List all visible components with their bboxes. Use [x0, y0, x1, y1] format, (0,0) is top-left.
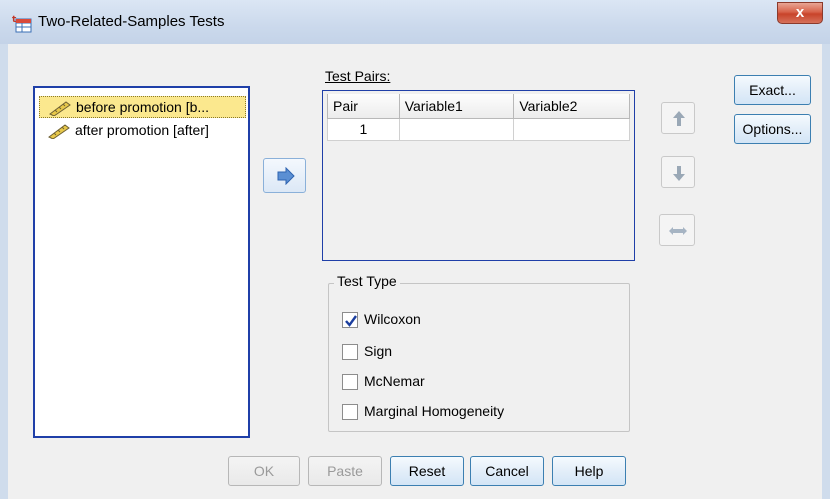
test-type-legend: Test Type — [334, 273, 400, 289]
column-header-variable1: Variable1 — [398, 94, 515, 119]
help-button-label: Help — [574, 463, 604, 479]
variable-label: after promotion [after] — [75, 122, 209, 138]
marginal-homogeneity-checkbox[interactable] — [342, 404, 358, 420]
title-bar[interactable]: t Two-Related-Samples Tests — [0, 0, 830, 44]
ok-button-label: OK — [253, 463, 275, 479]
column-header-pair: Pair — [327, 94, 400, 119]
column-header-variable2: Variable2 — [513, 94, 630, 119]
ruler-icon — [47, 123, 71, 140]
test-pairs-grid[interactable]: Pair Variable1 Variable2 1 — [322, 90, 635, 261]
options-button[interactable]: Options... — [734, 114, 811, 144]
list-item[interactable]: after promotion [after] — [39, 120, 246, 142]
mcnemar-checkbox[interactable] — [342, 374, 358, 390]
sign-checkbox[interactable] — [342, 344, 358, 360]
source-variable-list[interactable]: before promotion [b... after promotion [… — [33, 86, 250, 438]
cancel-button-label: Cancel — [485, 463, 529, 479]
variable2-cell[interactable] — [513, 117, 630, 141]
options-button-label: Options... — [742, 121, 803, 137]
table-row[interactable]: 1 — [327, 117, 630, 141]
cancel-button[interactable]: Cancel — [470, 456, 544, 486]
mcnemar-label: McNemar — [364, 373, 425, 389]
close-icon: x — [795, 4, 805, 21]
ruler-icon — [48, 100, 72, 117]
reset-button[interactable]: Reset — [390, 456, 464, 486]
list-item[interactable]: before promotion [b... — [39, 96, 246, 118]
exact-button-label: Exact... — [749, 82, 796, 98]
wilcoxon-label: Wilcoxon — [364, 311, 421, 327]
ok-button[interactable]: OK — [228, 456, 300, 486]
move-up-button[interactable] — [661, 102, 695, 134]
exact-button[interactable]: Exact... — [734, 75, 811, 105]
variable1-cell[interactable] — [398, 117, 515, 141]
svg-text:t: t — [12, 15, 17, 25]
swap-variables-button[interactable] — [659, 214, 695, 246]
checkmark-icon — [345, 315, 357, 327]
window-title: Two-Related-Samples Tests — [38, 13, 225, 30]
reset-button-label: Reset — [408, 463, 446, 479]
move-down-button[interactable] — [661, 156, 695, 188]
sign-label: Sign — [364, 343, 393, 359]
variable-label: before promotion [b... — [76, 99, 210, 115]
spss-table-icon: t — [12, 13, 32, 33]
wilcoxon-checkbox[interactable] — [342, 312, 358, 328]
paste-button[interactable]: Paste — [308, 456, 382, 486]
close-button[interactable]: x — [777, 2, 823, 24]
pair-number-cell: 1 — [327, 117, 400, 141]
paste-button-label: Paste — [327, 463, 363, 479]
marginal-homogeneity-label: Marginal Homogeneity — [364, 403, 505, 419]
move-to-pairs-button[interactable] — [263, 158, 306, 193]
test-pairs-label: Test Pairs: — [325, 68, 391, 84]
help-button[interactable]: Help — [552, 456, 626, 486]
